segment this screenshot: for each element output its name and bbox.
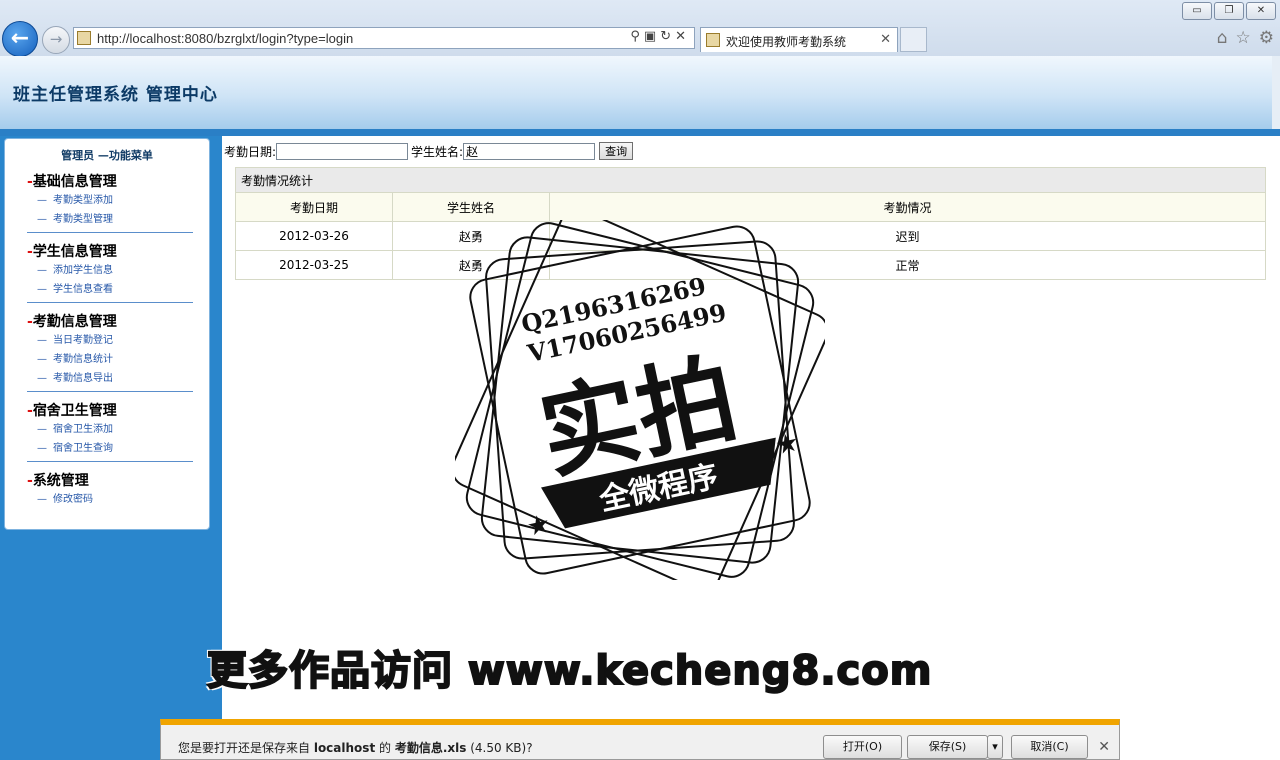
table-cell: 正常 <box>549 250 1266 280</box>
download-message: 您是要打开还是保存来自 localhost 的 考勤信息.xls (4.50 K… <box>178 741 533 755</box>
menu-item-attendance-stats[interactable]: — 考勤信息统计 <box>27 350 193 369</box>
menu-group-attendance: -考勤信息管理 — 当日考勤登记 — 考勤信息统计 — 考勤信息导出 <box>27 311 193 392</box>
address-bar[interactable]: http://localhost:8080/bzrglxt/login?type… <box>73 27 695 49</box>
save-button[interactable]: 保存(S) <box>907 735 988 759</box>
refresh-icon[interactable]: ↻ <box>660 29 675 44</box>
name-input[interactable] <box>463 142 596 160</box>
table-cell: 2012-03-26 <box>235 221 393 251</box>
menu-item-student-view[interactable]: — 学生信息查看 <box>27 280 193 299</box>
address-tools: ⚲▣↻✕ <box>630 29 690 44</box>
minimize-button[interactable]: ▭ <box>1182 2 1212 20</box>
menu-group-basic: -基础信息管理 — 考勤类型添加 — 考勤类型管理 <box>27 171 193 233</box>
date-label: 考勤日期: <box>224 144 277 159</box>
close-icon[interactable]: ✕ <box>1098 739 1110 755</box>
favorites-star-icon[interactable]: ☆ <box>1236 28 1251 48</box>
table-header-row: 考勤日期 学生姓名 考勤情况 <box>235 192 1266 222</box>
menu-group-student: -学生信息管理 — 添加学生信息 — 学生信息查看 <box>27 241 193 303</box>
table-cell: 赵勇 <box>392 221 550 251</box>
forward-button[interactable]: → <box>42 26 70 54</box>
menu-group-title[interactable]: 考勤信息管理 <box>33 314 117 330</box>
table-cell: 2012-03-25 <box>235 250 393 280</box>
menu-group-title[interactable]: 基础信息管理 <box>33 174 117 190</box>
page-title: 班主任管理系统 管理中心 <box>13 85 218 105</box>
header-strip <box>0 129 1280 136</box>
column-header: 考勤日期 <box>235 192 393 222</box>
address-url[interactable]: http://localhost:8080/bzrglxt/login?type… <box>97 31 353 46</box>
save-options-button[interactable]: ▾ <box>987 735 1003 759</box>
search-icon[interactable]: ⚲ <box>630 29 644 44</box>
menu-group-title[interactable]: 系统管理 <box>33 473 89 489</box>
tab-title: 欢迎使用教师考勤系统 <box>726 35 847 49</box>
open-button[interactable]: 打开(O) <box>823 735 902 759</box>
download-notification-bar: 您是要打开还是保存来自 localhost 的 考勤信息.xls (4.50 K… <box>160 719 1120 760</box>
stop-icon[interactable]: ✕ <box>675 29 690 44</box>
menu-item-daily-register[interactable]: — 当日考勤登记 <box>27 331 193 350</box>
settings-gear-icon[interactable]: ⚙ <box>1259 28 1274 48</box>
menu-item-dorm-add[interactable]: — 宿舍卫生添加 <box>27 420 193 439</box>
table-cell: 迟到 <box>549 221 1266 251</box>
menu-item-attendance-type-add[interactable]: — 考勤类型添加 <box>27 191 193 210</box>
header-scrollbar[interactable] <box>1272 56 1280 129</box>
cancel-button[interactable]: 取消(C) <box>1011 735 1088 759</box>
browser-chrome: ▭ ❐ ✕ ← → http://localhost:8080/bzrglxt/… <box>0 0 1280 57</box>
tab-favicon-icon <box>706 33 720 47</box>
query-button[interactable]: 查询 <box>599 142 634 160</box>
menu-item-attendance-type-manage[interactable]: — 考勤类型管理 <box>27 210 193 229</box>
table-cell: 赵勇 <box>392 250 550 280</box>
arrow-right-icon: → <box>49 30 63 48</box>
menu-group-system: -系统管理 — 修改密码 <box>27 470 193 512</box>
page-header: 班主任管理系统 管理中心 <box>0 56 1280 136</box>
menu-heading: 管理员 —功能菜单 <box>61 149 153 162</box>
column-header: 学生姓名 <box>392 192 550 222</box>
download-filename: 考勤信息.xls <box>394 741 467 755</box>
table-row: 2012-03-26 赵勇 迟到 <box>235 221 1266 251</box>
table-caption: 考勤情况统计 <box>235 167 1266 193</box>
home-icon[interactable]: ⌂ <box>1217 28 1228 48</box>
browser-toolbar-icons: ⌂ ☆ ⚙ <box>1217 28 1274 48</box>
back-button[interactable]: ← <box>2 21 38 57</box>
date-input[interactable] <box>276 142 409 160</box>
watermark-footer: 更多作品访问 www.kecheng8.com <box>206 647 933 695</box>
close-tab-icon[interactable]: ✕ <box>880 32 891 47</box>
table-row: 2012-03-25 赵勇 正常 <box>235 250 1266 280</box>
attendance-table: 考勤情况统计 考勤日期 学生姓名 考勤情况 2012-03-26 赵勇 迟到 2… <box>235 167 1266 280</box>
search-form: 考勤日期: 学生姓名: 查询 <box>224 142 634 160</box>
menu-item-change-password[interactable]: — 修改密码 <box>27 490 193 509</box>
new-tab-button[interactable] <box>900 27 927 52</box>
window-controls: ▭ ❐ ✕ <box>1182 2 1276 20</box>
close-window-button[interactable]: ✕ <box>1246 2 1276 20</box>
arrow-left-icon: ← <box>10 26 30 51</box>
menu-item-attendance-export[interactable]: — 考勤信息导出 <box>27 369 193 388</box>
page-favicon-icon <box>77 31 91 45</box>
column-header: 考勤情况 <box>549 192 1266 222</box>
menu-group-title[interactable]: 宿舍卫生管理 <box>33 403 117 419</box>
restore-button[interactable]: ❐ <box>1214 2 1244 20</box>
menu-item-student-add[interactable]: — 添加学生信息 <box>27 261 193 280</box>
menu-group-dorm: -宿舍卫生管理 — 宿舍卫生添加 — 宿舍卫生查询 <box>27 400 193 462</box>
menu-group-title[interactable]: 学生信息管理 <box>33 244 117 260</box>
compat-view-icon[interactable]: ▣ <box>644 29 660 44</box>
menu-item-dorm-query[interactable]: — 宿舍卫生查询 <box>27 439 193 458</box>
browser-tab-active[interactable]: 欢迎使用教师考勤系统 ✕ <box>700 27 898 52</box>
name-label: 学生姓名: <box>411 144 464 159</box>
function-menu: 管理员 —功能菜单 -基础信息管理 — 考勤类型添加 — 考勤类型管理 -学生信息管… <box>4 138 210 530</box>
